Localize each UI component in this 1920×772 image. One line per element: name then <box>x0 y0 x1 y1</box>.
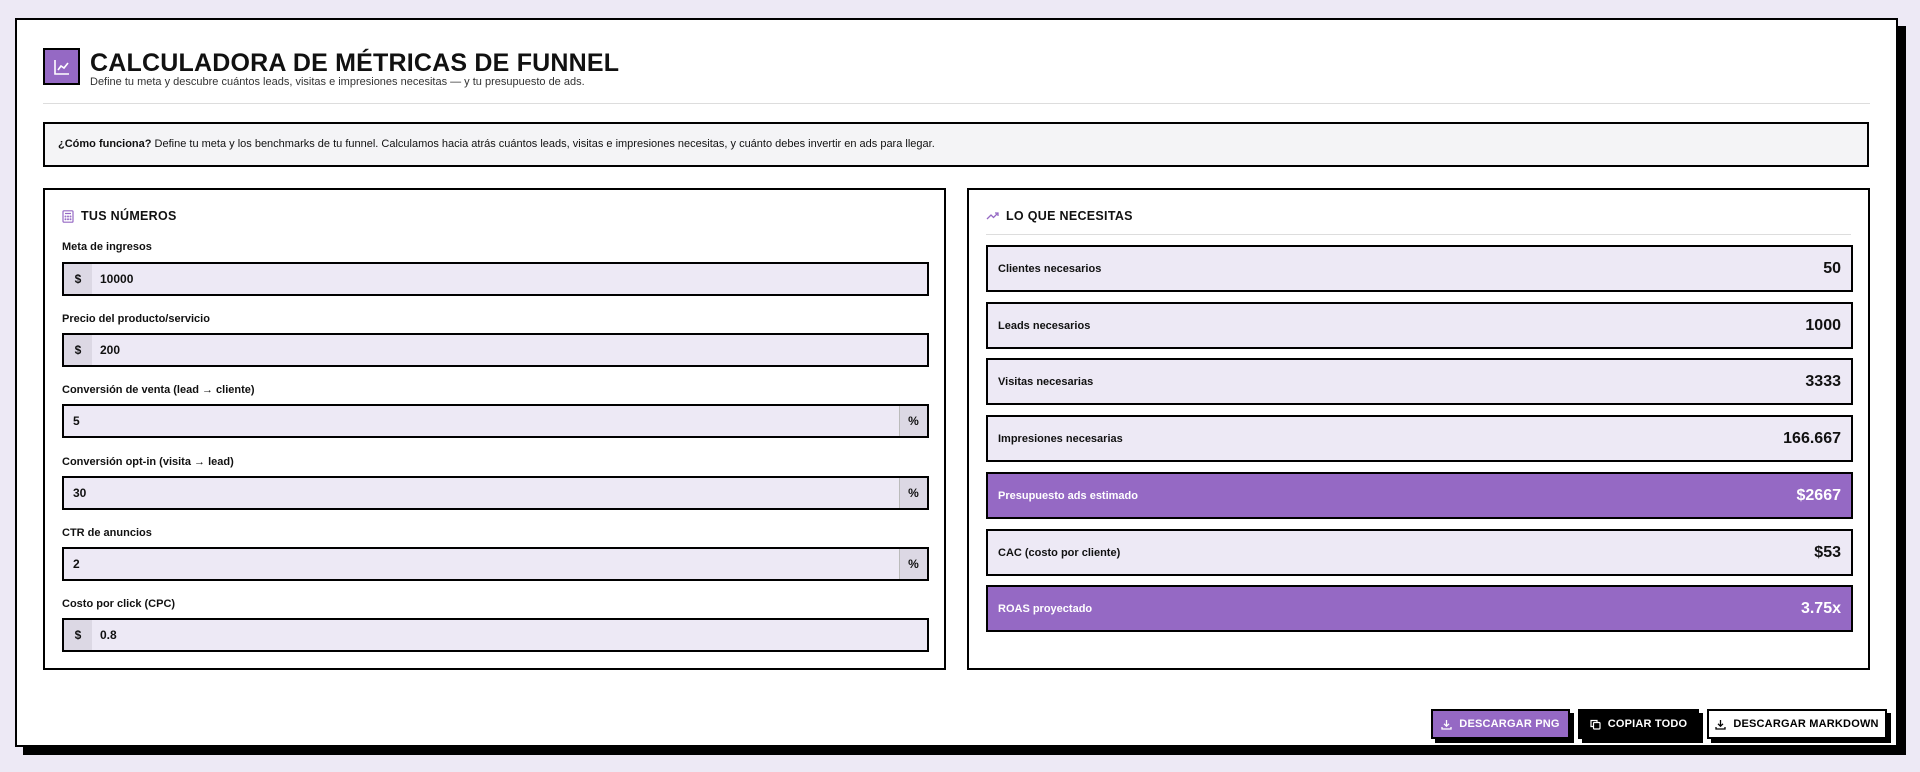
trending-up-icon <box>986 211 999 221</box>
results-panel: LO QUE NECESITAS Clientes necesarios 50 … <box>967 188 1870 670</box>
calculator-icon <box>62 209 74 223</box>
metric-label: Clientes necesarios <box>998 262 1102 275</box>
percent-suffix: % <box>899 478 927 508</box>
currency-prefix: $ <box>64 264 92 294</box>
download-png-button[interactable]: DESCARGAR PNG <box>1431 709 1570 739</box>
sales-conversion-input[interactable]: 5 % <box>62 404 929 438</box>
copy-icon <box>1590 719 1601 730</box>
how-it-works-title: ¿Cómo funciona? <box>58 138 152 150</box>
metric-label: Leads necesarios <box>998 319 1091 332</box>
metric-value: 166.667 <box>1783 429 1841 447</box>
cpc-input[interactable]: $ 0.8 <box>62 618 929 652</box>
metric-label: Presupuesto ads estimado <box>998 489 1138 502</box>
price-value[interactable]: 200 <box>92 335 927 365</box>
cpc-value[interactable]: 0.8 <box>92 620 927 650</box>
chart-line-icon <box>43 48 80 85</box>
optin-conversion-input[interactable]: 30 % <box>62 476 929 510</box>
metric-value: 3.75x <box>1800 599 1841 617</box>
metric-value: $2667 <box>1796 486 1842 504</box>
revenue-goal-input[interactable]: $ 10000 <box>62 262 929 296</box>
optin-conversion-value[interactable]: 30 <box>64 478 899 508</box>
metric-impressions: Impresiones necesarias 166.667 <box>986 415 1853 462</box>
metric-visits: Visitas necesarias 3333 <box>986 358 1853 405</box>
metric-value: 50 <box>1823 259 1841 277</box>
currency-prefix: $ <box>64 335 92 365</box>
percent-suffix: % <box>899 549 927 579</box>
download-icon <box>1441 719 1452 730</box>
field-label-optin-conversion: Conversión opt-in (visita → lead) <box>62 456 234 468</box>
download-png-label: DESCARGAR PNG <box>1459 718 1560 730</box>
results-divider <box>986 234 1851 235</box>
metric-label: Impresiones necesarias <box>998 432 1123 445</box>
metric-cac: CAC (costo por cliente) $53 <box>986 529 1853 576</box>
metric-leads: Leads necesarios 1000 <box>986 302 1853 349</box>
currency-prefix: $ <box>64 620 92 650</box>
how-it-works-text: Define tu meta y los benchmarks de tu fu… <box>151 138 935 150</box>
field-label-revenue-goal: Meta de ingresos <box>62 241 152 253</box>
inputs-panel: TUS NÚMEROS Meta de ingresos $ 10000 Pre… <box>43 188 946 670</box>
metric-roas: ROAS proyectado 3.75x <box>986 585 1853 632</box>
header: CALCULADORA DE MÉTRICAS DE FUNNEL Define… <box>43 48 1870 104</box>
page-subtitle: Define tu meta y descubre cuántos leads,… <box>90 76 585 88</box>
revenue-goal-value[interactable]: 10000 <box>92 264 927 294</box>
metric-label: ROAS proyectado <box>998 602 1093 615</box>
calculator-card: CALCULADORA DE MÉTRICAS DE FUNNEL Define… <box>15 18 1898 747</box>
percent-suffix: % <box>899 406 927 436</box>
field-label-sales-conversion: Conversión de venta (lead → cliente) <box>62 384 255 396</box>
download-markdown-button[interactable]: DESCARGAR MARKDOWN <box>1707 709 1887 739</box>
ctr-value[interactable]: 2 <box>64 549 899 579</box>
download-icon <box>1715 719 1726 730</box>
metric-clients: Clientes necesarios 50 <box>986 245 1853 292</box>
ctr-input[interactable]: 2 % <box>62 547 929 581</box>
field-label-ctr: CTR de anuncios <box>62 527 152 539</box>
inputs-panel-header: TUS NÚMEROS <box>62 209 177 223</box>
sales-conversion-value[interactable]: 5 <box>64 406 899 436</box>
inputs-panel-title: TUS NÚMEROS <box>81 209 177 223</box>
metric-value: $53 <box>1814 543 1841 561</box>
metric-value: 3333 <box>1805 372 1841 390</box>
results-panel-title: LO QUE NECESITAS <box>1006 209 1133 223</box>
download-markdown-label: DESCARGAR MARKDOWN <box>1733 718 1879 730</box>
metric-label: Visitas necesarias <box>998 375 1094 388</box>
metric-value: 1000 <box>1805 316 1841 334</box>
copy-all-button[interactable]: COPIAR TODO <box>1578 709 1699 739</box>
field-label-price: Precio del producto/servicio <box>62 313 210 325</box>
metric-label: CAC (costo por cliente) <box>998 546 1121 559</box>
how-it-works-box: ¿Cómo funciona? Define tu meta y los ben… <box>43 122 1869 167</box>
copy-all-label: COPIAR TODO <box>1607 718 1688 730</box>
page-title: CALCULADORA DE MÉTRICAS DE FUNNEL <box>90 49 620 77</box>
price-input[interactable]: $ 200 <box>62 333 929 367</box>
results-panel-header: LO QUE NECESITAS <box>986 209 1133 223</box>
field-label-cpc: Costo por click (CPC) <box>62 598 176 610</box>
metric-ads-budget: Presupuesto ads estimado $2667 <box>986 472 1853 519</box>
